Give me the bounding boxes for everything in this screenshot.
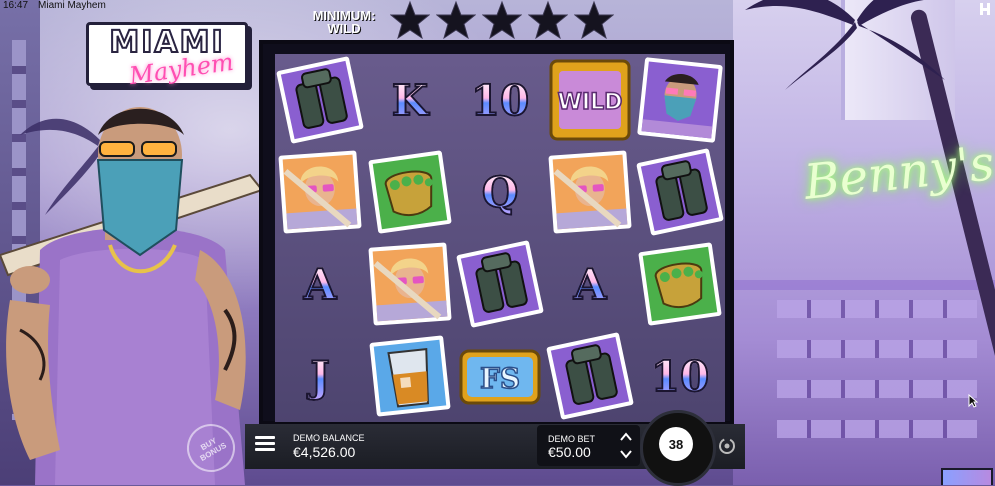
- reel-symbol-binoculars: [635, 146, 725, 238]
- reel-symbol-woman: [545, 146, 635, 238]
- reel-letter: 10: [470, 75, 530, 126]
- reel-symbol-letter: K: [365, 54, 455, 146]
- wild-star-meter: [390, 0, 614, 40]
- knuckles-icon: [368, 150, 452, 234]
- status-bar: 16:47 Miami Mayhem: [0, 0, 106, 12]
- reel-symbol-letter: 10: [635, 330, 725, 422]
- autoplay-icon[interactable]: [717, 436, 737, 456]
- reel-symbol-fs: FS: [455, 330, 545, 422]
- reel-letter: A: [303, 259, 338, 310]
- reel-symbol-letter: Q: [455, 146, 545, 238]
- game-logo: MIAMI Mayhem: [86, 22, 248, 90]
- reel-letter: K: [391, 75, 429, 126]
- balance-label: DEMO BALANCE: [293, 433, 365, 443]
- bet-decrease-chevron-down-icon[interactable]: [619, 448, 633, 460]
- bandit-character-illustration: [0, 107, 264, 485]
- binoculars-icon: [546, 332, 634, 420]
- clock: 16:47: [3, 0, 29, 11]
- fs-icon: FS: [459, 349, 541, 405]
- menu-icon[interactable]: [255, 436, 275, 452]
- binoculars-icon: [276, 56, 364, 144]
- reel-symbol-knuckles: [635, 238, 725, 330]
- svg-text:WILD: WILD: [558, 90, 623, 115]
- svg-text:FS: FS: [480, 362, 520, 395]
- reel-grid[interactable]: K 10 WILD Q A A J FS 10: [259, 40, 734, 425]
- woman-icon: [368, 242, 452, 326]
- bet-value: €50.00: [548, 444, 591, 460]
- balance-value: €4,526.00: [293, 444, 356, 460]
- woman-icon: [548, 150, 632, 234]
- reel-letter: J: [309, 351, 331, 402]
- bandit-icon: [637, 57, 723, 143]
- knuckles-icon: [638, 242, 722, 326]
- reel-letter: 10: [650, 351, 710, 402]
- star-icon: [528, 0, 568, 40]
- mouse-cursor-icon: [968, 394, 978, 408]
- reel-symbol-knuckles: [365, 146, 455, 238]
- reel-symbol-wild: WILD: [545, 54, 635, 146]
- star-icon: [574, 0, 614, 40]
- star-icon: [390, 0, 430, 40]
- reel-letter: Q: [481, 167, 520, 218]
- wild-icon: WILD: [549, 59, 631, 141]
- spin-counter[interactable]: 38: [659, 427, 693, 461]
- woman-icon: [278, 150, 362, 234]
- bet-label: DEMO BET: [548, 434, 596, 444]
- reel-symbol-binoculars: [545, 330, 635, 422]
- palm-leaves: [745, 0, 955, 90]
- reel-symbol-letter: A: [545, 238, 635, 330]
- window-title: Miami Mayhem: [38, 0, 106, 11]
- hacksaw-logo-icon[interactable]: [979, 2, 991, 16]
- reel-symbol-bandit: [635, 54, 725, 146]
- star-icon: [436, 0, 476, 40]
- binoculars-icon: [636, 148, 724, 236]
- reel-symbol-woman: [365, 238, 455, 330]
- reel-window: K 10 WILD Q A A J FS 10: [275, 54, 725, 422]
- reel-letter: A: [573, 259, 608, 310]
- min-wild-label: MINIMUM: WILD: [312, 8, 376, 36]
- whiskey-icon: [369, 335, 451, 417]
- reel-symbol-letter: J: [275, 330, 365, 422]
- binoculars-icon: [456, 240, 544, 328]
- bet-increase-chevron-up-icon[interactable]: [619, 431, 633, 443]
- thumbnail-preview[interactable]: [941, 468, 993, 485]
- reel-symbol-whiskey: [365, 330, 455, 422]
- reel-symbol-letter: 10: [455, 54, 545, 146]
- reel-symbol-binoculars: [455, 238, 545, 330]
- reel-symbol-binoculars: [275, 54, 365, 146]
- star-icon: [482, 0, 522, 40]
- reel-symbol-letter: A: [275, 238, 365, 330]
- reel-symbol-woman: [275, 146, 365, 238]
